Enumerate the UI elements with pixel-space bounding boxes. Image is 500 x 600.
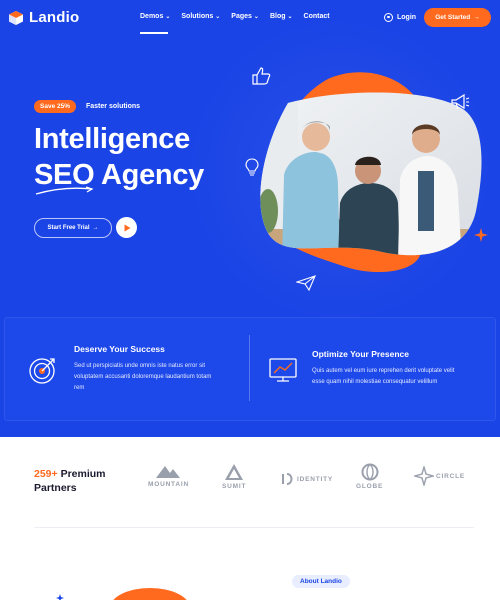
chevron-down-icon: ⌄	[253, 14, 259, 20]
feature-card-presence: Optimize Your Presence Quis autem vel eu…	[312, 349, 454, 388]
mountain-icon	[156, 466, 181, 478]
partner-logo-sumit[interactable]: SUMIT	[222, 463, 246, 490]
feature-title: Optimize Your Presence	[312, 349, 409, 359]
get-started-label: Get Started	[435, 14, 471, 21]
hero-headline: Intelligence SEO Agency	[34, 121, 204, 193]
globe-icon	[361, 463, 379, 481]
identity-icon	[282, 473, 293, 485]
nav-item-pages[interactable]: Pages ⌄	[231, 13, 259, 20]
nav-item-demos[interactable]: Demos ⌄	[140, 13, 171, 34]
partner-name: GLOBE	[356, 483, 384, 490]
feature-title: Deserve Your Success	[74, 344, 165, 354]
brand-logo[interactable]: Landio	[8, 9, 79, 26]
features-divider	[249, 335, 250, 401]
partner-name: SUMIT	[222, 483, 247, 490]
partners-count: 259+	[34, 468, 58, 480]
underline-swoosh-icon	[35, 186, 94, 195]
features-band: Deserve Your Success Sed ut perspiciatis…	[4, 317, 496, 421]
feature-body: Quis autem vel eum iure reprehen derit v…	[312, 366, 454, 388]
section-divider	[34, 527, 474, 528]
play-video-button[interactable]	[116, 217, 137, 238]
partners-heading-line-2: Partners	[34, 482, 77, 494]
partner-logo-mountain[interactable]: MOUNTAIN	[148, 463, 189, 488]
partner-name: MOUNTAIN	[148, 481, 189, 488]
paper-plane-icon	[296, 275, 316, 291]
login-link[interactable]: Login	[384, 13, 416, 22]
get-started-button[interactable]: Get Started →	[424, 8, 491, 27]
arrow-right-icon: →	[92, 225, 99, 231]
about-orange-shape	[110, 588, 190, 600]
nav-item-label: Pages	[231, 13, 252, 20]
feature-body-line: Quis autem vel eum iure reprehen derit v…	[312, 368, 455, 374]
headline-line-1: Intelligence	[34, 123, 190, 155]
hero-badge-row: Save 25% Faster solutions	[34, 100, 140, 113]
nav-item-label: Demos	[140, 13, 164, 20]
main-nav: Demos ⌄ Solutions ⌄ Pages ⌄ Blog ⌄ Contact	[140, 13, 330, 34]
megaphone-icon	[451, 93, 470, 110]
feature-body-line: Sed ut perspiciatis unde omnis iste natu…	[74, 363, 206, 369]
circle-icon	[414, 466, 434, 486]
partners-heading-line-1: 259+ Premium	[34, 467, 106, 481]
feature-body: Sed ut perspiciatis unde omnis iste natu…	[74, 361, 211, 394]
login-label: Login	[397, 14, 417, 21]
lightbulb-icon	[245, 158, 259, 176]
sparkle-icon	[474, 228, 488, 242]
nav-item-contact[interactable]: Contact	[304, 13, 330, 20]
chevron-down-icon: ⌄	[287, 14, 293, 20]
nav-item-label: Contact	[303, 13, 330, 20]
team-photo	[260, 92, 482, 256]
logo-cube-icon	[9, 10, 23, 25]
partner-logo-circle[interactable]: CIRCLE	[414, 466, 465, 486]
feature-card-success: Deserve Your Success Sed ut perspiciatis…	[74, 344, 211, 394]
partner-logo-globe[interactable]: GLOBE	[356, 463, 383, 490]
hero-section: Landio Demos ⌄ Solutions ⌄ Pages ⌄ Blog ⌄ Co…	[0, 0, 500, 437]
chevron-down-icon: ⌄	[165, 14, 171, 20]
partners-heading: 259+ Premium Partners	[34, 467, 106, 495]
feature-body-line: rem	[74, 385, 85, 391]
chevron-down-icon: ⌄	[215, 14, 221, 20]
badge-caption: Faster solutions	[86, 103, 141, 110]
nav-item-label: Solutions	[181, 13, 214, 20]
play-icon	[124, 224, 130, 231]
thumbs-up-icon	[252, 67, 271, 85]
nav-item-label: Blog	[269, 13, 286, 20]
partner-name: CIRCLE	[436, 472, 465, 480]
discount-badge: Save 25%	[34, 100, 76, 113]
about-pill: About Landio	[292, 575, 350, 588]
arrow-right-icon: →	[473, 14, 480, 21]
feature-body-line: esse quam nihil molestiae consequatur ve…	[312, 379, 438, 385]
target-icon	[29, 358, 55, 384]
chart-growth-icon	[269, 358, 297, 382]
summit-icon	[225, 464, 244, 480]
nav-item-solutions[interactable]: Solutions ⌄	[181, 13, 220, 20]
partners-title-rest: Premium	[60, 468, 106, 480]
brand-name: Landio	[29, 9, 80, 26]
partner-name: IDENTITY	[297, 475, 334, 483]
feature-body-line: voluptatem accusanti doloremque laudanti…	[74, 374, 212, 380]
start-free-trial-button[interactable]: Start Free Trial →	[34, 218, 112, 238]
trial-label: Start Free Trial	[47, 225, 90, 231]
nav-item-blog[interactable]: Blog ⌄	[270, 13, 293, 20]
user-icon	[384, 13, 393, 22]
sparkle-icon	[56, 594, 64, 600]
partner-logo-identity[interactable]: IDENTITY	[280, 472, 333, 486]
